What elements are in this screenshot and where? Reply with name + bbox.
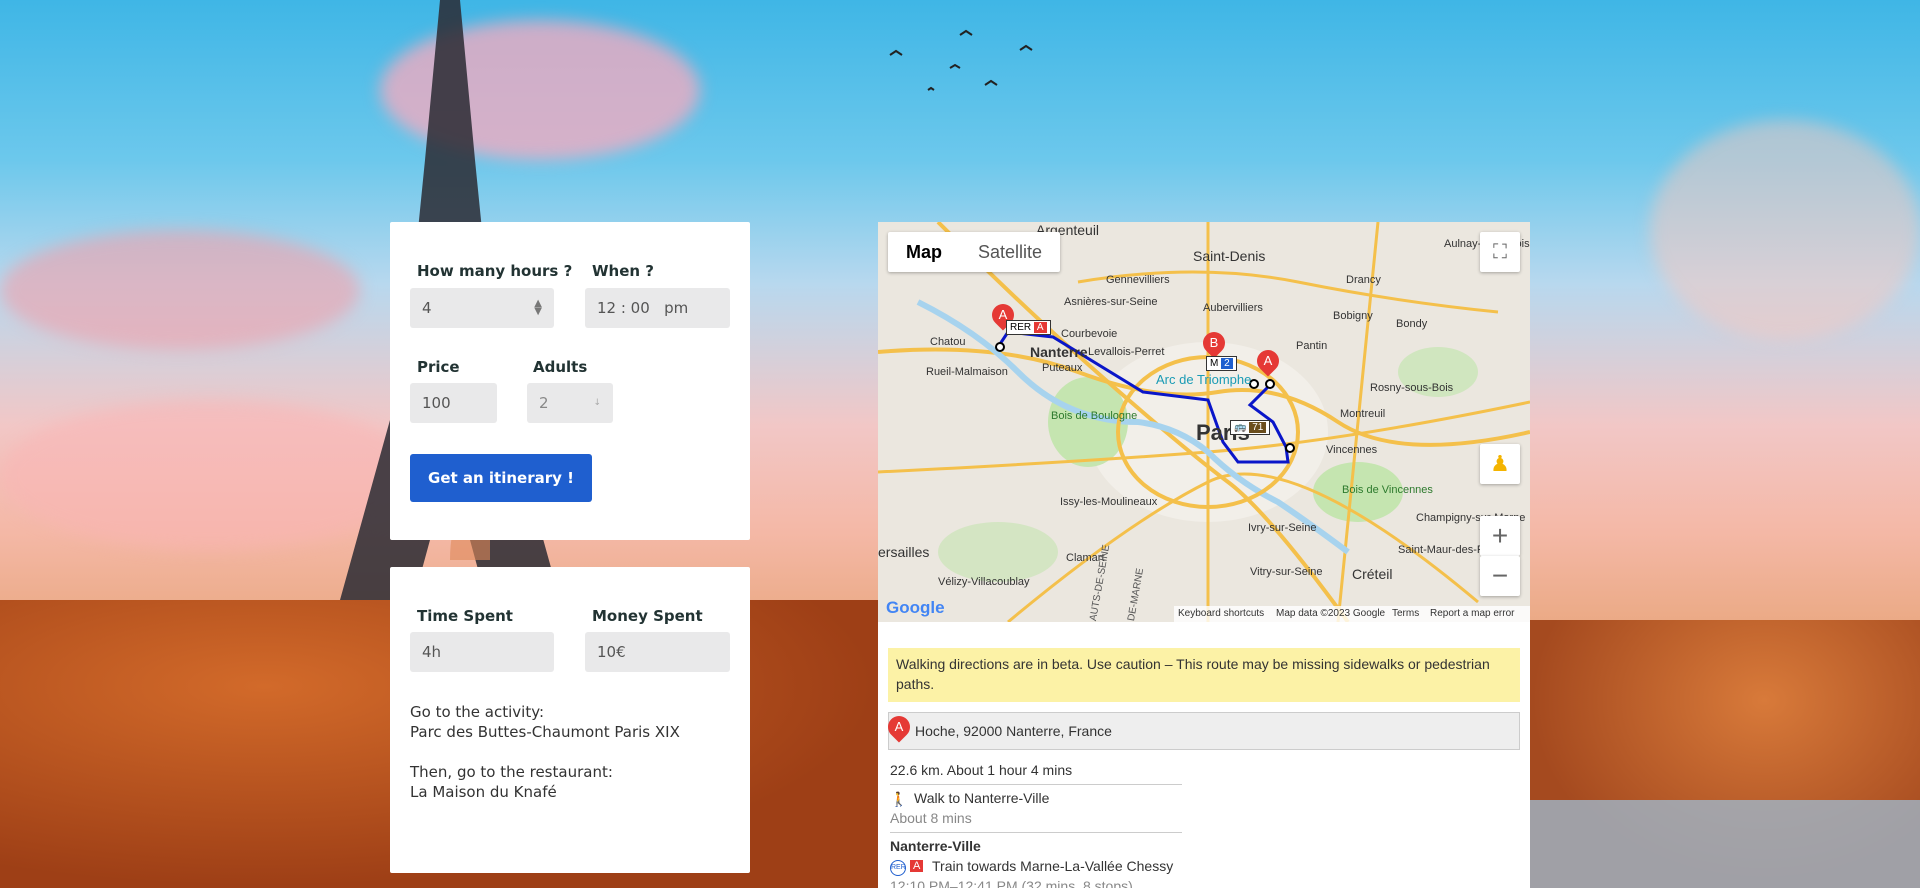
itinerary-summary: Time Spent 4h Money Spent 10€ Go to the …: [390, 567, 750, 873]
start-address-text: Hoche, 92000 Nanterre, France: [915, 723, 1112, 739]
adults-label: Adults: [533, 358, 588, 376]
zoom-in-button[interactable]: +: [1480, 516, 1520, 556]
hours-input[interactable]: 4 ▲ ▼: [410, 288, 554, 328]
fullscreen-icon[interactable]: ⛶: [1480, 232, 1520, 272]
map-label: Vélizy-Villacoublay: [938, 576, 1030, 588]
bus-badge-icon: 🚌 71: [1230, 420, 1271, 435]
map-type-satellite-tab[interactable]: Satellite: [960, 232, 1060, 272]
step2-station: Nanterre-Ville: [890, 838, 981, 854]
map-label: Saint-Denis: [1193, 248, 1266, 264]
price-label: Price: [417, 358, 460, 376]
activity-intro: Go to the activity:: [410, 703, 545, 721]
map-label: Rueil-Malmaison: [926, 366, 1008, 378]
pegman-icon[interactable]: ♟: [1480, 444, 1520, 484]
birds-image: [889, 29, 1033, 91]
map-label: Ivry-sur-Seine: [1248, 522, 1317, 534]
terms-link[interactable]: Terms: [1392, 608, 1419, 619]
map-label: Drancy: [1346, 274, 1381, 286]
map-view[interactable]: Argenteuil Saint-Denis Aulnay-sous-Bois …: [878, 222, 1530, 622]
map-label: ersailles: [878, 544, 930, 560]
map-label: Montreuil: [1340, 408, 1386, 420]
map-label: Puteaux: [1042, 362, 1083, 374]
stepper-icon[interactable]: ▲ ▼: [534, 299, 542, 317]
keyboard-shortcuts-link[interactable]: Keyboard shortcuts: [1178, 608, 1264, 619]
time-spent-label: Time Spent: [417, 607, 513, 625]
hours-value: 4: [422, 299, 432, 317]
map-label: Nanterre: [1030, 344, 1088, 360]
walk-icon: 🚶: [890, 791, 908, 807]
money-spent-label: Money Spent: [592, 607, 703, 625]
map-label: Vitry-sur-Seine: [1250, 566, 1323, 578]
zoom-out-button[interactable]: −: [1480, 556, 1520, 596]
map-label: Bois de Boulogne: [1051, 410, 1138, 422]
time-spent-field: 4h: [410, 632, 554, 672]
marker-b[interactable]: B: [1198, 327, 1230, 359]
map-type-map-tab[interactable]: Map: [888, 232, 960, 272]
divider: [890, 784, 1182, 785]
beta-warning: Walking directions are in beta. Use caut…: [888, 648, 1520, 702]
restaurant-intro: Then, go to the restaurant:: [410, 763, 613, 781]
rer-badge-icon: RER A: [1006, 320, 1051, 335]
route-summary: 22.6 km. About 1 hour 4 mins: [890, 762, 1073, 778]
directions-panel: Walking directions are in beta. Use caut…: [878, 622, 1530, 888]
map-label: Aubervilliers: [1203, 302, 1263, 314]
step1-text: Walk to Nanterre-Ville: [914, 790, 1050, 806]
hours-label: How many hours ?: [417, 262, 573, 280]
map-label: Bobigny: [1333, 310, 1373, 322]
google-logo: Google: [886, 598, 945, 617]
map-label: Gennevilliers: [1106, 274, 1170, 286]
money-spent-field: 10€: [585, 632, 730, 672]
report-map-error-link[interactable]: Report a map error: [1430, 608, 1514, 619]
divider: [890, 832, 1182, 833]
step2-text: Train towards Marne-La-Vallée Chessy: [932, 858, 1174, 874]
map-label: Courbevoie: [1061, 328, 1118, 340]
start-marker-icon: A: [883, 711, 915, 743]
money-spent-value: 10€: [597, 643, 626, 661]
rer-line-badge: A: [910, 860, 924, 872]
adults-value: 2: [539, 394, 549, 412]
map-label: Créteil: [1352, 566, 1393, 582]
map-type-toggle: Map Satellite: [888, 232, 1061, 272]
when-value: 12 : 00 pm: [597, 299, 689, 317]
get-itinerary-button[interactable]: Get an itinerary !: [410, 454, 592, 502]
activity-name: Parc des Buttes-Chaumont Paris XIX: [410, 723, 680, 741]
map-data-text: Map data ©2023 Google: [1276, 608, 1386, 619]
metro-badge-icon: M 2: [1206, 356, 1237, 371]
map-label: Issy-les-Moulineaux: [1060, 496, 1158, 508]
marker-a-end[interactable]: A: [1252, 345, 1284, 377]
map-label: Chatou: [930, 336, 966, 348]
restaurant-name: La Maison du Knafé: [410, 783, 557, 801]
chevron-down-icon: ↓: [593, 398, 601, 408]
map-label: Pantin: [1296, 340, 1328, 352]
adults-select[interactable]: 2 ↓: [527, 383, 613, 423]
map-label: Bondy: [1396, 318, 1428, 330]
itinerary-form: How many hours ? 4 ▲ ▼ When ? 12 : 00 pm …: [390, 222, 750, 540]
map-label: Levallois-Perret: [1088, 346, 1165, 358]
when-time-input[interactable]: 12 : 00 pm: [585, 288, 730, 328]
step2-time: 12:10 PM–12:41 PM (32 mins, 8 stops): [890, 878, 1133, 888]
step1-time: About 8 mins: [890, 810, 972, 826]
price-input[interactable]: 100: [410, 383, 497, 423]
map-label: Arc de Triomphe: [1156, 372, 1252, 387]
start-address: Hoche, 92000 Nanterre, France: [888, 712, 1520, 750]
map-label: Bois de Vincennes: [1342, 484, 1433, 496]
map-footer: Keyboard shortcuts Map data ©2023 Google…: [1174, 606, 1530, 622]
map-label: Vincennes: [1326, 444, 1378, 456]
map-label: Rosny-sous-Bois: [1370, 382, 1454, 394]
price-value: 100: [422, 394, 451, 412]
when-label: When ?: [592, 262, 654, 280]
rer-icon: RER: [890, 860, 906, 876]
time-spent-value: 4h: [422, 643, 442, 661]
map-label: Asnières-sur-Seine: [1064, 296, 1158, 308]
